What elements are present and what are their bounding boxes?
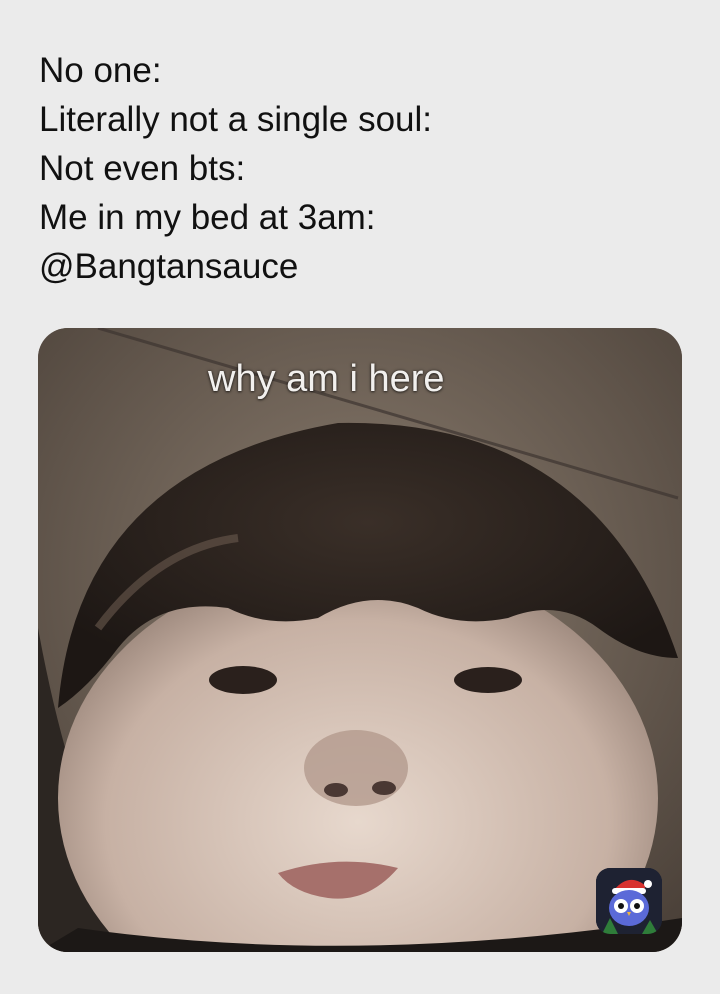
owl-icon-graphic: [596, 868, 662, 934]
photo-overlay-text: why am i here: [208, 358, 445, 400]
meme-caption: No one: Literally not a single soul: Not…: [39, 46, 689, 291]
face-illustration: [38, 328, 682, 952]
caption-line-bts: Not even bts:: [39, 149, 246, 188]
meme-photo: why am i here: [38, 328, 682, 952]
caption-handle: @Bangtansauce: [39, 247, 299, 286]
caption-line-single-soul: Literally not a single soul:: [39, 100, 432, 139]
owl-icon[interactable]: [596, 868, 662, 934]
caption-line-no-one: No one:: [39, 51, 162, 90]
caption-line-3am: Me in my bed at 3am:: [39, 198, 376, 237]
